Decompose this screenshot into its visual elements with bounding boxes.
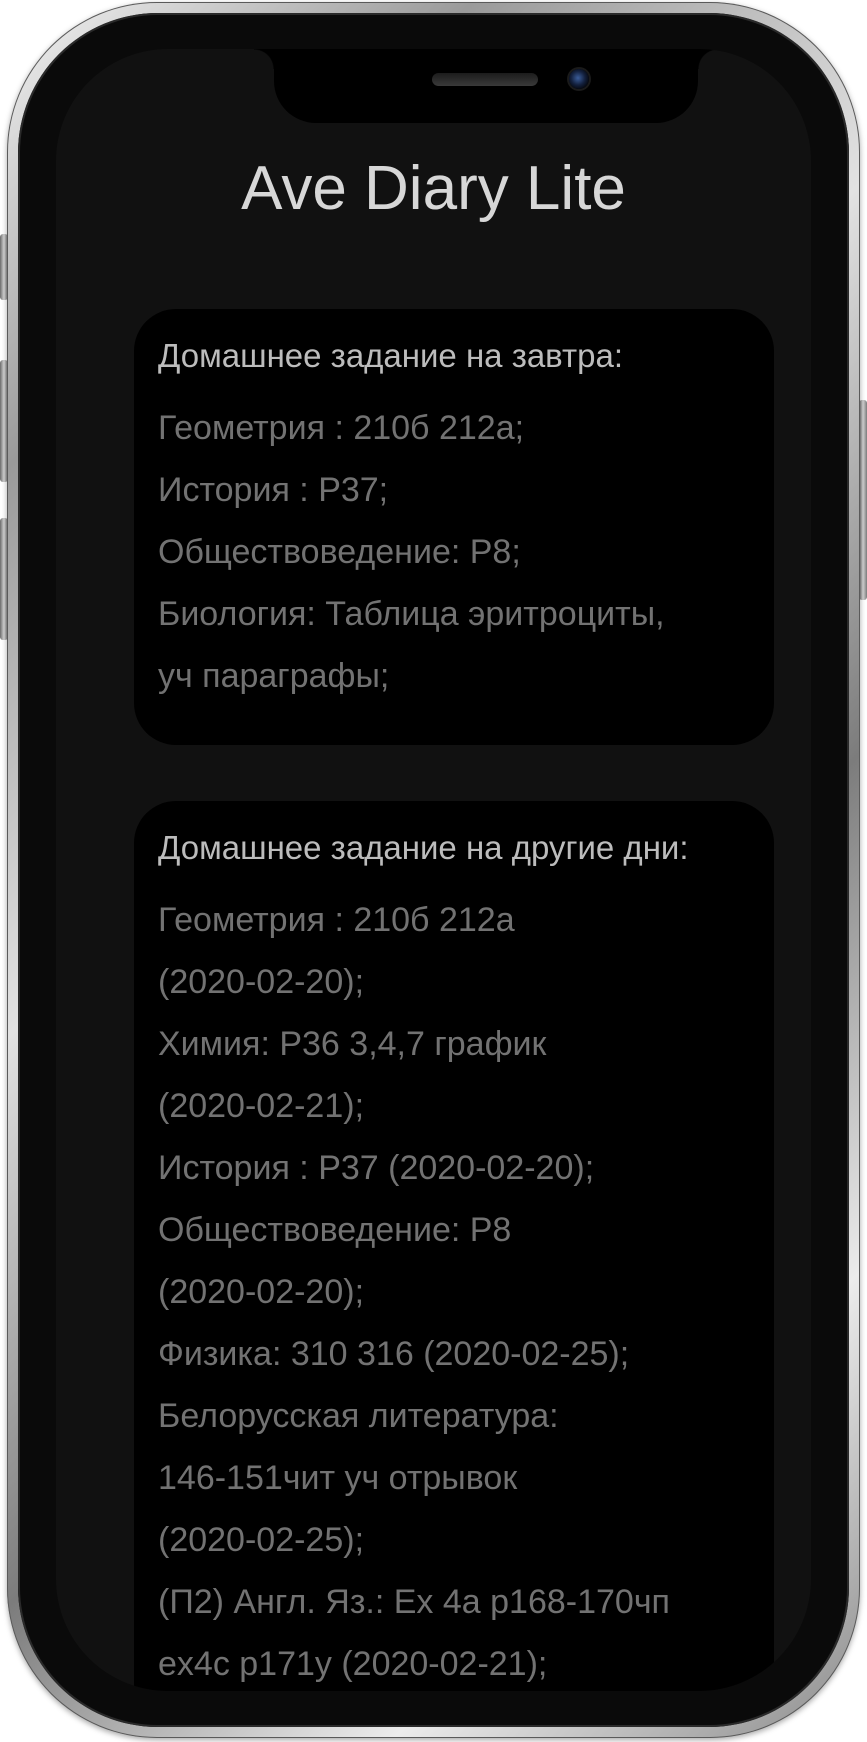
phone-frame: Ave Diary Lite Домашнее задание на завтр…	[7, 2, 860, 1738]
list-item: уч параграфы;	[158, 657, 390, 695]
list-item: Геометрия : 210б 212а;	[158, 409, 525, 447]
list-item: (2020-02-20);	[158, 1273, 365, 1311]
list-item: История : Р37 (2020-02-20);	[158, 1149, 595, 1187]
homework-other-days-list: Геометрия : 210б 212а (2020-02-20); Хими…	[158, 889, 750, 1691]
list-item: Белорусская литература:	[158, 1397, 559, 1435]
list-item: Геометрия : 210б 212а	[158, 901, 515, 939]
speaker-grille	[432, 73, 538, 86]
list-item: Обществоведение: Р8	[158, 1211, 512, 1249]
list-item: (2020-02-20);	[158, 963, 365, 1001]
front-camera-icon	[569, 69, 589, 89]
list-item: Химия: Р36 3,4,7 график	[158, 1025, 547, 1063]
phone-screen: Ave Diary Lite Домашнее задание на завтр…	[56, 49, 811, 1691]
homework-tomorrow-heading: Домашнее задание на завтра:	[158, 337, 623, 374]
list-item: (2020-02-25);	[158, 1521, 365, 1559]
homework-other-days-card: Домашнее задание на другие дни: Геометри…	[134, 801, 774, 1691]
homework-tomorrow-list: Геометрия : 210б 212а; История : Р37; Об…	[158, 397, 750, 707]
phone-bezel: Ave Diary Lite Домашнее задание на завтр…	[18, 13, 849, 1727]
list-item: ex4c p171y (2020-02-21);	[158, 1645, 548, 1683]
notch	[254, 49, 718, 123]
list-item: История : Р37;	[158, 471, 389, 509]
list-item: 146-151чит уч отрывок	[158, 1459, 518, 1497]
list-item: Физика: 310 316 (2020-02-25);	[158, 1335, 630, 1373]
list-item: (2020-02-21);	[158, 1087, 365, 1125]
list-item: (П2) Англ. Яз.: Ex 4a p168-170чп	[158, 1583, 670, 1621]
power-button	[859, 400, 867, 600]
phone-device: Ave Diary Lite Домашнее задание на завтр…	[0, 0, 867, 1742]
app-screen: Ave Diary Lite Домашнее задание на завтр…	[56, 49, 811, 1691]
list-item: Биология: Таблица эритроциты,	[158, 595, 665, 633]
list-item: Обществоведение: Р8;	[158, 533, 521, 571]
homework-tomorrow-card: Домашнее задание на завтра: Геометрия : …	[134, 309, 774, 745]
app-title: Ave Diary Lite	[241, 154, 626, 223]
homework-other-days-heading: Домашнее задание на другие дни:	[158, 829, 689, 866]
